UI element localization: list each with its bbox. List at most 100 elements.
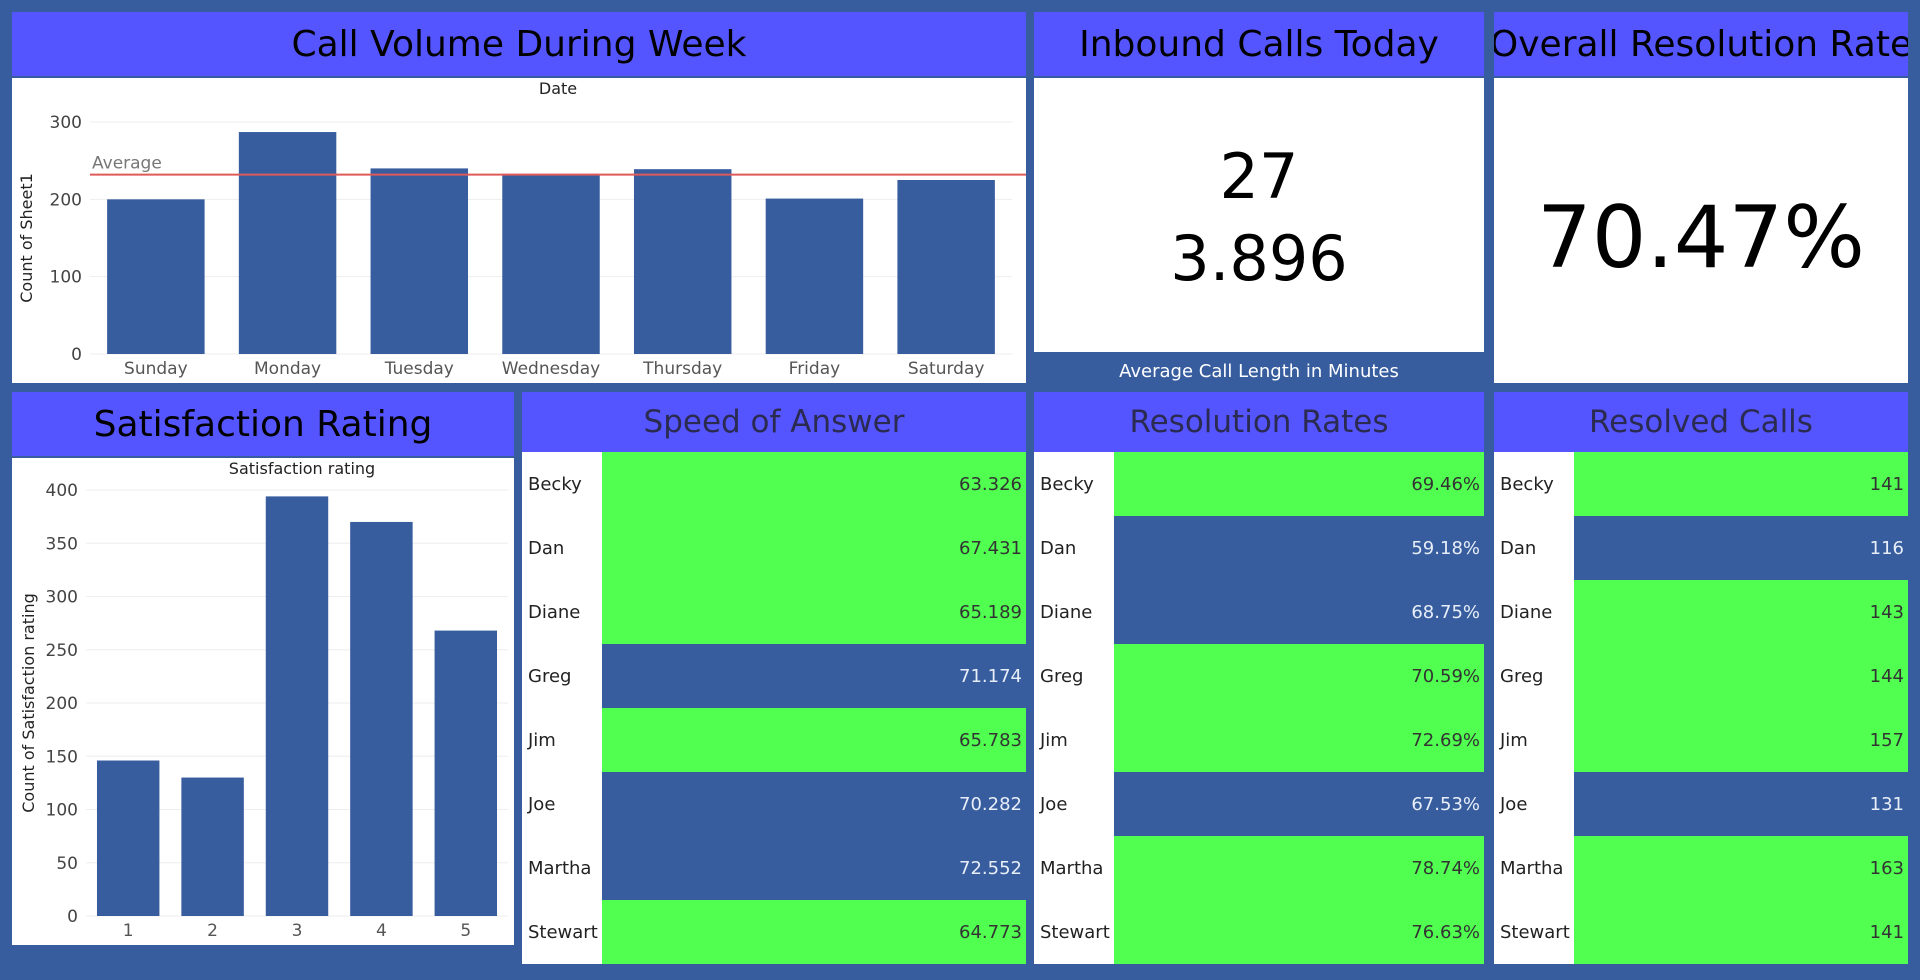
row-name: Dan xyxy=(522,516,602,580)
row-value: 68.75% xyxy=(1114,580,1484,644)
table-row: Stewart 141 xyxy=(1494,900,1908,964)
row-name: Martha xyxy=(522,836,602,900)
satisfaction-bar-1 xyxy=(96,760,160,916)
call-volume-y-tick-label: 200 xyxy=(50,190,82,210)
row-value: 131 xyxy=(1574,772,1908,836)
satisfaction-y-tick-label: 400 xyxy=(46,481,78,501)
row-value: 76.63% xyxy=(1114,900,1484,964)
satisfaction-y-tick-label: 150 xyxy=(46,747,78,767)
avg-call-length-caption: Average Call Length in Minutes xyxy=(1119,361,1399,382)
table-row: Greg 70.59% xyxy=(1034,644,1484,708)
table-row: Stewart 76.63% xyxy=(1034,900,1484,964)
satisfaction-title: Satisfaction Rating xyxy=(12,392,514,456)
row-value: 163 xyxy=(1574,836,1908,900)
call-volume-x-tick-label: Tuesday xyxy=(384,359,454,379)
table-row: Jim 72.69% xyxy=(1034,708,1484,772)
satisfaction-y-tick-label: 50 xyxy=(56,854,78,874)
row-value: 71.174 xyxy=(602,644,1026,708)
call-volume-bar-friday xyxy=(765,198,864,354)
row-name: Becky xyxy=(1494,452,1574,516)
satisfaction-bar-4 xyxy=(350,521,413,916)
row-value: 69.46% xyxy=(1114,452,1484,516)
row-name: Diane xyxy=(1034,580,1114,644)
table-row: Diane 143 xyxy=(1494,580,1908,644)
row-value: 72.552 xyxy=(602,836,1026,900)
table-row: Martha 72.552 xyxy=(522,836,1026,900)
call-volume-bar-wednesday xyxy=(502,173,600,354)
satisfaction-y-tick-label: 100 xyxy=(46,801,78,821)
overall-resolution-value: 70.47% xyxy=(1537,188,1865,288)
row-value: 65.783 xyxy=(602,708,1026,772)
call-volume-x-tick-label: Wednesday xyxy=(502,359,600,379)
table-row: Becky 141 xyxy=(1494,452,1908,516)
table-row: Becky 69.46% xyxy=(1034,452,1484,516)
row-value: 70.282 xyxy=(602,772,1026,836)
satisfaction-y-tick-label: 300 xyxy=(46,588,78,608)
row-name: Stewart xyxy=(1494,900,1574,964)
satisfaction-chart-panel: Satisfaction rating Count of Satisfaction… xyxy=(12,458,514,945)
table-row: Joe 67.53% xyxy=(1034,772,1484,836)
inbound-calls-title: Inbound Calls Today xyxy=(1034,12,1484,76)
call-volume-y-tick-label: 0 xyxy=(71,345,82,365)
call-volume-average-label: Average xyxy=(92,154,162,174)
resolved-calls-title: Resolved Calls xyxy=(1494,392,1908,452)
table-row: Dan 116 xyxy=(1494,516,1908,580)
avg-call-length-value: 3.896 xyxy=(1170,222,1348,295)
row-value: 143 xyxy=(1574,580,1908,644)
row-name: Diane xyxy=(522,580,602,644)
call-volume-y-tick-label: 300 xyxy=(50,113,82,133)
inbound-calls-value: 27 xyxy=(1219,140,1299,213)
satisfaction-chart: Satisfaction rating Count of Satisfaction… xyxy=(19,459,508,941)
row-value: 64.773 xyxy=(602,900,1026,964)
table-row: Jim 65.783 xyxy=(522,708,1026,772)
satisfaction-bar-2 xyxy=(181,777,244,916)
row-value: 141 xyxy=(1574,452,1908,516)
satisfaction-x-tick-label: 2 xyxy=(207,921,218,941)
row-name: Jim xyxy=(522,708,602,772)
satisfaction-x-tick-label: 3 xyxy=(292,921,303,941)
satisfaction-y-tick-label: 200 xyxy=(46,694,78,714)
satisfaction-x-tick-label: 4 xyxy=(376,921,387,941)
call-volume-bar-sunday xyxy=(107,199,205,354)
table-row: Dan 59.18% xyxy=(1034,516,1484,580)
call-volume-y-tick-label: 100 xyxy=(50,268,82,288)
speed-of-answer-title: Speed of Answer xyxy=(522,392,1026,452)
row-value: 72.69% xyxy=(1114,708,1484,772)
resolved-calls-table: Becky 141 Dan 116 Diane 143 Greg 144 Jim 157 Joe 13… xyxy=(1494,452,1908,964)
row-name: Diane xyxy=(1494,580,1574,644)
row-value: 65.189 xyxy=(602,580,1026,644)
overall-resolution-panel: 70.47% xyxy=(1494,78,1908,383)
row-name: Greg xyxy=(1494,644,1574,708)
table-row: Greg 71.174 xyxy=(522,644,1026,708)
satisfaction-y-tick-label: 250 xyxy=(46,641,78,661)
call-volume-chart-title: Date xyxy=(539,79,577,98)
table-row: Greg 144 xyxy=(1494,644,1908,708)
satisfaction-x-tick-label: 1 xyxy=(123,921,134,941)
row-value: 157 xyxy=(1574,708,1908,772)
row-name: Becky xyxy=(522,452,602,516)
call-volume-y-axis-label: Count of Sheet1 xyxy=(17,173,36,303)
call-volume-x-tick-label: Thursday xyxy=(642,359,722,379)
resolution-rates-title: Resolution Rates xyxy=(1034,392,1484,452)
row-name: Dan xyxy=(1494,516,1574,580)
satisfaction-bar-3 xyxy=(265,496,329,916)
row-value: 63.326 xyxy=(602,452,1026,516)
table-row: Diane 68.75% xyxy=(1034,580,1484,644)
call-volume-x-tick-label: Monday xyxy=(254,359,321,379)
satisfaction-bar-5 xyxy=(434,630,498,916)
row-name: Greg xyxy=(522,644,602,708)
resolution-rates-table: Becky 69.46% Dan 59.18% Diane 68.75% Greg 70.59… xyxy=(1034,452,1484,964)
call-volume-bar-saturday xyxy=(897,180,995,354)
satisfaction-y-tick-label: 0 xyxy=(67,907,78,927)
row-name: Jim xyxy=(1034,708,1114,772)
row-name: Stewart xyxy=(522,900,602,964)
table-row: Stewart 64.773 xyxy=(522,900,1026,964)
satisfaction-y-axis-label: Count of Satisfaction rating xyxy=(19,593,38,813)
satisfaction-chart-title: Satisfaction rating xyxy=(229,459,375,478)
call-volume-x-tick-label: Sunday xyxy=(124,359,188,379)
table-row: Joe 131 xyxy=(1494,772,1908,836)
call-volume-bar-thursday xyxy=(633,169,732,354)
row-name: Martha xyxy=(1494,836,1574,900)
call-volume-chart: Date Count of Sheet1 0 100 200 300 Sunday Monda… xyxy=(17,79,1026,379)
table-row: Diane 65.189 xyxy=(522,580,1026,644)
